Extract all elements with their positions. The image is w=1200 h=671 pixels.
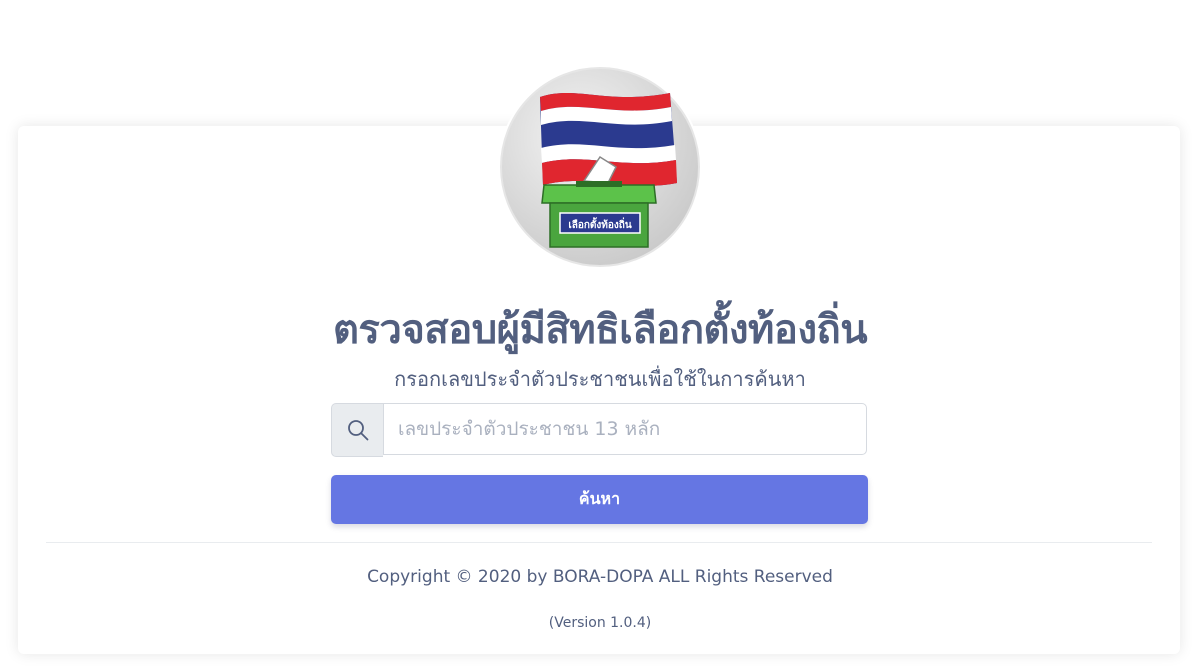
page-title: ตรวจสอบผู้มีสิทธิเลือกตั้งท้องถิ่น (332, 307, 868, 353)
search-button[interactable]: ค้นหา (331, 475, 868, 524)
election-logo: เลือกตั้งท้องถิ่น (496, 63, 704, 271)
page-subtitle: กรอกเลขประจำตัวประชาชนเพื่อใช้ในการค้นหา (394, 367, 806, 391)
search-icon (331, 403, 383, 457)
search-input-group (331, 403, 867, 457)
citizen-id-input[interactable] (383, 403, 867, 455)
footer-divider (46, 542, 1152, 543)
thai-flag-ballot-box-icon: เลือกตั้งท้องถิ่น (498, 65, 702, 269)
ballot-box-label: เลือกตั้งท้องถิ่น (568, 217, 632, 231)
version-text: (Version 1.0.4) (548, 615, 652, 631)
copyright-text: Copyright © 2020 by BORA-DOPA ALL Rights… (367, 567, 833, 587)
